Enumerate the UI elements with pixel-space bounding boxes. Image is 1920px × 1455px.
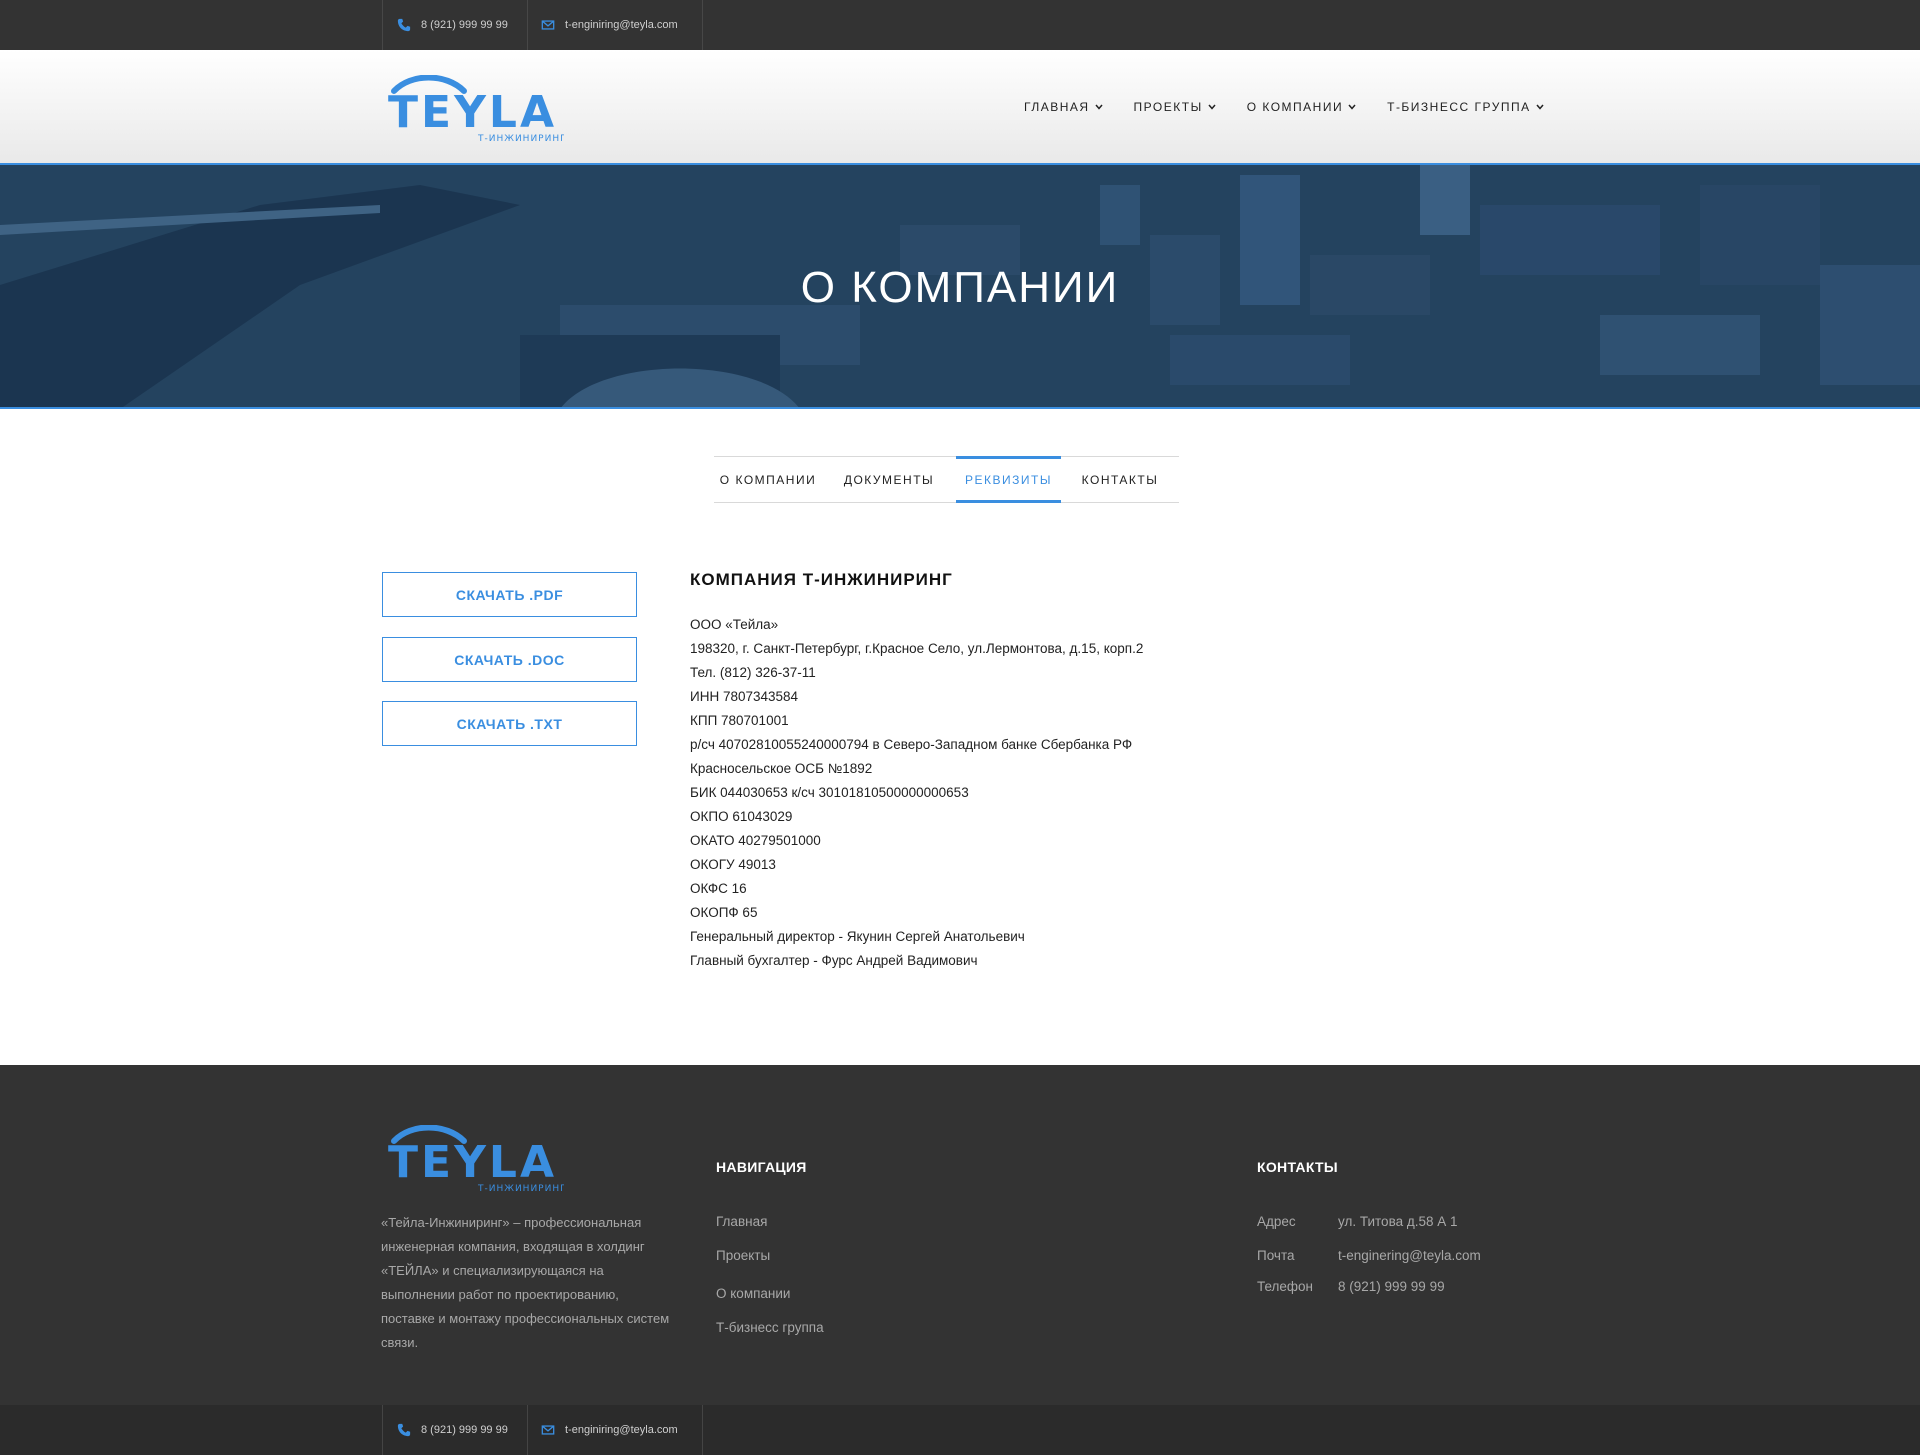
chevron-down-icon — [1348, 104, 1356, 110]
footer-link-business-group[interactable]: Т-бизнесс группа — [716, 1320, 824, 1335]
top-bar: 8 (921) 999 99 99 t-enginiring@teyla.com — [0, 0, 1920, 50]
details-line: ОКОПФ 65 — [690, 905, 758, 920]
chevron-down-icon — [1208, 104, 1216, 110]
bottom-bar: 8 (921) 999 99 99 t-enginiring@teyla.com — [0, 1405, 1920, 1455]
main-nav: ГЛАВНАЯ ПРОЕКТЫ О КОМПАНИИ Т-БИЗНЕСС ГРУ… — [1024, 100, 1575, 114]
download-doc-button[interactable]: СКАЧАТЬ .DOC — [382, 637, 637, 682]
section-tabs: О КОМПАНИИ ДОКУМЕНТЫ РЕКВИЗИТЫ КОНТАКТЫ — [714, 456, 1179, 503]
details-line: р/сч 40702810055240000794 в Северо-Запад… — [690, 737, 1133, 752]
nav-item-projects[interactable]: ПРОЕКТЫ — [1134, 100, 1217, 114]
details-line: ОКПО 61043029 — [690, 809, 793, 824]
svg-text:Т-ИНЖИНИРИНГ: Т-ИНЖИНИРИНГ — [477, 134, 564, 144]
hero-banner: О КОМПАНИИ — [0, 165, 1920, 409]
footer-link-about[interactable]: О компании — [716, 1286, 790, 1301]
phone-icon — [397, 1423, 411, 1437]
phone-icon — [397, 18, 411, 32]
topbar-phone[interactable]: 8 (921) 999 99 99 — [382, 0, 528, 50]
details-line: Главный бухгалтер - Фурс Андрей Вадимови… — [690, 953, 978, 968]
nav-label: О КОМПАНИИ — [1246, 100, 1344, 114]
details-line: Красносельское ОСБ №1892 — [690, 761, 873, 776]
svg-text:TEYLA: TEYLA — [388, 1137, 557, 1188]
chevron-down-icon — [1536, 104, 1544, 110]
svg-text:Т-ИНЖИНИРИНГ: Т-ИНЖИНИРИНГ — [477, 1184, 564, 1194]
footer: TEYLA Т-ИНЖИНИРИНГ «Тейла-Инжиниринг» – … — [0, 1065, 1920, 1405]
footer-link-projects[interactable]: Проекты — [716, 1248, 770, 1263]
mail-icon — [541, 1425, 555, 1435]
svg-text:TEYLA: TEYLA — [388, 87, 557, 138]
company-details: КОМПАНИЯ Т-ИНЖИНИРИНГ ООО «Тейла» 198320… — [690, 570, 1250, 973]
download-txt-button[interactable]: СКАЧАТЬ .TXT — [382, 701, 637, 746]
header: TEYLA Т-ИНЖИНИРИНГ ГЛАВНАЯ ПРОЕКТЫ О КОМ… — [0, 50, 1920, 165]
nav-item-about[interactable]: О КОМПАНИИ — [1247, 100, 1357, 114]
download-pdf-button[interactable]: СКАЧАТЬ .PDF — [382, 572, 637, 617]
tab-requisites[interactable]: РЕКВИЗИТЫ — [956, 456, 1061, 503]
chevron-down-icon — [1094, 104, 1103, 110]
contact-address-label: Адрес — [1257, 1214, 1296, 1229]
topbar-phone-text: 8 (921) 999 99 99 — [421, 19, 508, 31]
tab-documents[interactable]: ДОКУМЕНТЫ — [822, 457, 956, 502]
details-line: ИНН 7807343584 — [690, 689, 799, 704]
nav-label: ГЛАВНАЯ — [1024, 100, 1090, 114]
contact-email-value[interactable]: t-enginering@teyla.com — [1338, 1248, 1481, 1263]
contact-email-label: Почта — [1257, 1248, 1295, 1263]
topbar-email-text: t-enginiring@teyla.com — [565, 19, 678, 31]
details-line: ОКФС 16 — [690, 881, 747, 896]
footer-about-text: «Тейла-Инжиниринг» – профессиональная ин… — [381, 1215, 670, 1350]
details-line: БИК 044030653 к/сч 30101810500000000653 — [690, 785, 969, 800]
details-line: ОКОГУ 49013 — [690, 857, 776, 872]
bottombar-phone[interactable]: 8 (921) 999 99 99 — [382, 1405, 528, 1455]
details-line: 198320, г. Санкт-Петербург, г.Красное Се… — [690, 641, 1144, 656]
nav-item-home[interactable]: ГЛАВНАЯ — [1024, 100, 1104, 114]
tab-contacts[interactable]: КОНТАКТЫ — [1061, 457, 1179, 502]
bottombar-email-text: t-enginiring@teyla.com — [565, 1424, 678, 1436]
page-title: О КОМПАНИИ — [800, 263, 1120, 312]
footer-nav-title: НАВИГАЦИЯ — [716, 1159, 807, 1175]
teyla-logo[interactable]: TEYLA Т-ИНЖИНИРИНГ — [386, 75, 564, 145]
details-title: КОМПАНИЯ Т-ИНЖИНИРИНГ — [690, 570, 953, 589]
footer-link-home[interactable]: Главная — [716, 1214, 767, 1229]
details-line: Тел. (812) 326-37-11 — [690, 665, 816, 680]
nav-item-business-group[interactable]: Т-БИЗНЕСС ГРУППА — [1387, 100, 1545, 114]
contact-phone-label: Телефон — [1257, 1279, 1314, 1294]
bottombar-email[interactable]: t-enginiring@teyla.com — [527, 1405, 703, 1455]
details-line: Генеральный директор - Якунин Сергей Ана… — [690, 929, 1025, 944]
bottombar-phone-text: 8 (921) 999 99 99 — [421, 1424, 508, 1436]
contact-address-value: ул. Титова д.58 А 1 — [1338, 1214, 1458, 1229]
mail-icon — [541, 20, 555, 30]
contact-phone-value[interactable]: 8 (921) 999 99 99 — [1338, 1279, 1445, 1294]
nav-label: Т-БИЗНЕСС ГРУППА — [1387, 100, 1531, 114]
tab-about[interactable]: О КОМПАНИИ — [714, 457, 822, 502]
topbar-email[interactable]: t-enginiring@teyla.com — [527, 0, 703, 50]
footer-contacts-title: КОНТАКТЫ — [1257, 1159, 1338, 1175]
footer-teyla-logo[interactable]: TEYLA Т-ИНЖИНИРИНГ — [386, 1125, 564, 1195]
details-line: ОКАТО 40279501000 — [690, 833, 821, 848]
details-line: КПП 780701001 — [690, 713, 789, 728]
details-line: ООО «Тейла» — [690, 617, 779, 632]
nav-label: ПРОЕКТЫ — [1133, 100, 1203, 114]
